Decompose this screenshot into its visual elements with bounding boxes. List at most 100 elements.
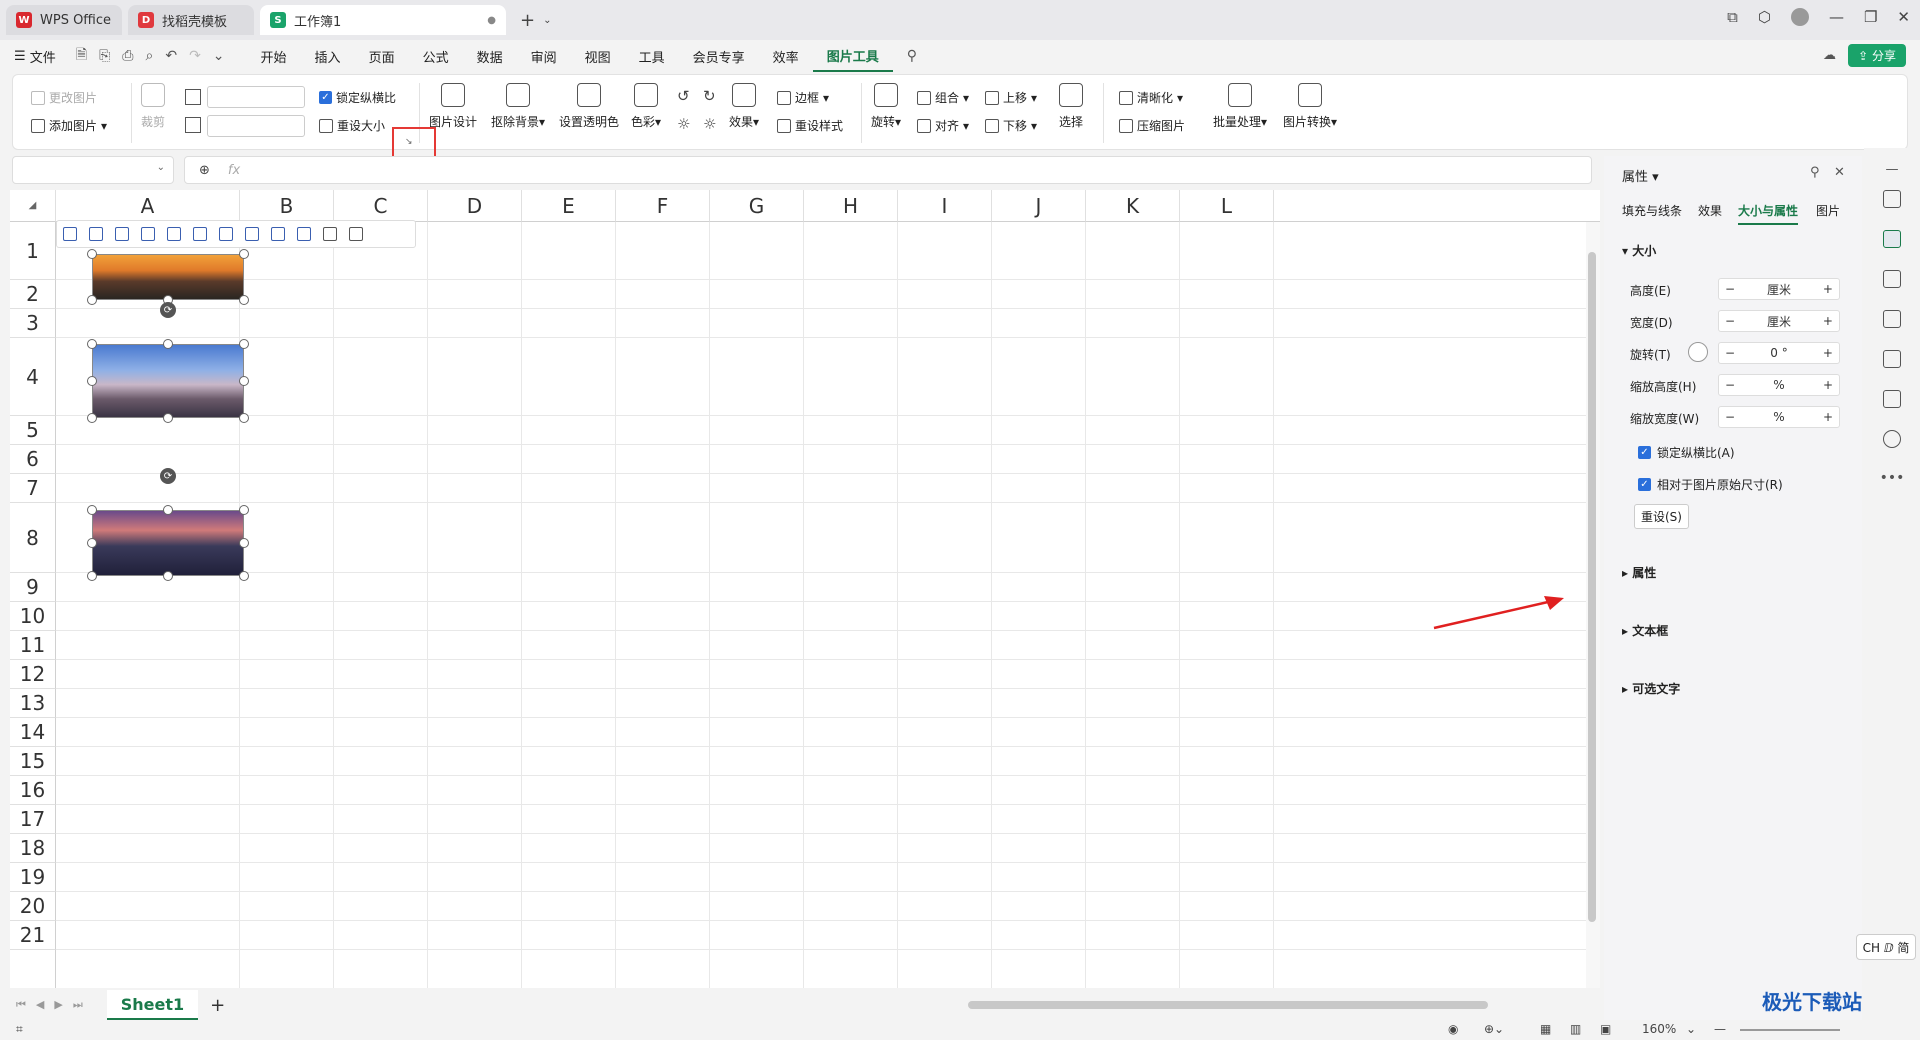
pin-icon[interactable]: ⚲ xyxy=(1810,165,1820,180)
minus-icon[interactable]: − xyxy=(1725,346,1735,360)
menu-insert[interactable]: 插入 xyxy=(301,40,355,72)
row-header[interactable]: 6 xyxy=(10,445,56,474)
send-backward-button[interactable]: 下移 ▾ xyxy=(985,117,1037,134)
properties-section-header[interactable]: ▸ 属性 xyxy=(1622,564,1656,581)
menu-data[interactable]: 数据 xyxy=(463,40,517,72)
name-box[interactable]: ⌄ xyxy=(12,156,174,184)
column-header[interactable]: K xyxy=(1086,190,1180,222)
resize-handle[interactable] xyxy=(87,376,97,386)
rotate-handle-icon[interactable]: ⟳ xyxy=(160,302,176,318)
menu-view[interactable]: 视图 xyxy=(571,40,625,72)
row-header[interactable]: 11 xyxy=(10,631,56,660)
size-section-header[interactable]: ▾ 大小 xyxy=(1622,242,1656,259)
row-header[interactable]: 13 xyxy=(10,689,56,718)
reset-style-button[interactable]: 重设样式 xyxy=(777,117,843,134)
row-header[interactable]: 21 xyxy=(10,921,56,950)
reset-size-button[interactable]: 重设大小 xyxy=(319,117,385,134)
resize-handle[interactable] xyxy=(239,505,249,515)
column-header[interactable]: A xyxy=(56,190,240,222)
align-right-icon[interactable] xyxy=(141,227,155,241)
rotate-right-icon[interactable]: ↻ xyxy=(703,87,716,105)
column-header[interactable]: L xyxy=(1180,190,1274,222)
column-header[interactable]: E xyxy=(522,190,616,222)
zoom-level[interactable]: 160% xyxy=(1642,1022,1676,1036)
resize-handle[interactable] xyxy=(87,413,97,423)
distribute-icon[interactable] xyxy=(245,227,259,241)
row-header[interactable]: 20 xyxy=(10,892,56,921)
minimize-panel-icon[interactable]: — xyxy=(1886,162,1899,177)
resize-handle[interactable] xyxy=(87,571,97,581)
select-all-corner[interactable]: ◢ xyxy=(10,190,56,222)
tab-size-properties[interactable]: 大小与属性 xyxy=(1738,202,1799,225)
crop-button[interactable]: 裁剪 xyxy=(141,83,165,130)
zoom-dropdown-icon[interactable]: ⌄ xyxy=(1686,1022,1696,1036)
minus-icon[interactable]: − xyxy=(1725,410,1735,424)
menu-tools[interactable]: 工具 xyxy=(625,40,679,72)
width-input[interactable] xyxy=(207,115,305,137)
group-pictures-icon[interactable] xyxy=(323,227,337,241)
column-header[interactable]: F xyxy=(616,190,710,222)
row-header[interactable]: 16 xyxy=(10,776,56,805)
resize-handle[interactable] xyxy=(163,413,173,423)
ime-indicator[interactable]: CH ⅅ 简 xyxy=(1856,934,1916,960)
close-icon[interactable]: ✕ xyxy=(1897,8,1910,26)
crosshair-icon[interactable]: ⊕⌄ xyxy=(1484,1022,1504,1036)
share-button[interactable]: ⇪ 分享 xyxy=(1848,44,1906,67)
column-header[interactable]: C xyxy=(334,190,428,222)
column-header[interactable]: B xyxy=(240,190,334,222)
group-button[interactable]: 组合 ▾ xyxy=(917,89,969,106)
tools-icon[interactable] xyxy=(1883,350,1901,368)
tab-picture[interactable]: 图片 xyxy=(1816,202,1840,219)
contrast-icon[interactable]: ☼ xyxy=(703,115,716,133)
macro-icon[interactable]: ⌗ xyxy=(16,1022,23,1037)
batch-process-button[interactable]: 批量处理▾ xyxy=(1213,83,1267,130)
picture-layout-icon[interactable] xyxy=(63,227,77,241)
row-header[interactable]: 1 xyxy=(10,222,56,280)
row-header[interactable]: 2 xyxy=(10,280,56,309)
remove-background-button[interactable]: 抠除背景▾ xyxy=(491,83,545,130)
row-header[interactable]: 17 xyxy=(10,805,56,834)
file-menu[interactable]: ☰ 文件 xyxy=(0,40,70,72)
ungroup-pictures-icon[interactable] xyxy=(349,227,363,241)
tab-wps-office[interactable]: W WPS Office xyxy=(6,5,122,35)
row-header[interactable]: 19 xyxy=(10,863,56,892)
cube-icon[interactable]: ⬡ xyxy=(1758,8,1771,26)
distribute-horizontal-icon[interactable] xyxy=(271,227,285,241)
row-header[interactable]: 15 xyxy=(10,747,56,776)
plus-icon[interactable]: + xyxy=(1823,282,1833,296)
resize-handle[interactable] xyxy=(239,376,249,386)
print-preview-icon[interactable]: ⌕ xyxy=(145,48,153,64)
restore-icon[interactable]: ❐ xyxy=(1864,8,1877,26)
relative-original-option[interactable]: ✓ 相对于图片原始尺寸(R) xyxy=(1638,476,1783,493)
minimize-icon[interactable]: — xyxy=(1829,8,1844,26)
panel-title[interactable]: 属性 ▾ xyxy=(1622,166,1659,185)
search-icon[interactable]: ⚲ xyxy=(907,48,917,64)
brightness-icon[interactable]: ☼ xyxy=(677,115,690,133)
select-button[interactable]: 选择 xyxy=(1059,83,1083,130)
resize-handle[interactable] xyxy=(87,505,97,515)
menu-formula[interactable]: 公式 xyxy=(409,40,463,72)
resize-handle[interactable] xyxy=(87,249,97,259)
resize-handle[interactable] xyxy=(239,413,249,423)
resize-handle[interactable] xyxy=(87,339,97,349)
ai-assistant-icon[interactable] xyxy=(1883,310,1901,328)
column-header[interactable]: J xyxy=(992,190,1086,222)
new-tab-icon[interactable]: + xyxy=(520,10,535,31)
redo-icon[interactable]: ↷ xyxy=(189,48,201,64)
sharpen-button[interactable]: 清晰化 ▾ xyxy=(1119,89,1183,106)
lock-ratio-checkbox[interactable]: ✓ 锁定纵横比 xyxy=(319,89,396,106)
resize-handle[interactable] xyxy=(239,339,249,349)
height-input[interactable] xyxy=(207,86,305,108)
row-header[interactable]: 9 xyxy=(10,573,56,602)
bring-forward-button[interactable]: 上移 ▾ xyxy=(985,89,1037,106)
zoom-out-icon[interactable]: — xyxy=(1714,1022,1726,1036)
undo-icon[interactable]: ↶ xyxy=(165,48,177,64)
tab-workbook[interactable]: S 工作簿1 ● xyxy=(260,5,506,35)
save-icon[interactable]: 🗎 xyxy=(76,44,87,68)
chevron-down-icon[interactable]: ⌄ xyxy=(157,162,165,173)
tab-close-icon[interactable]: ● xyxy=(487,15,496,26)
menu-review[interactable]: 审阅 xyxy=(517,40,571,72)
more-chevron-icon[interactable]: ⌄ xyxy=(213,48,225,64)
row-header[interactable]: 3 xyxy=(10,309,56,338)
row-header[interactable]: 8 xyxy=(10,503,56,573)
